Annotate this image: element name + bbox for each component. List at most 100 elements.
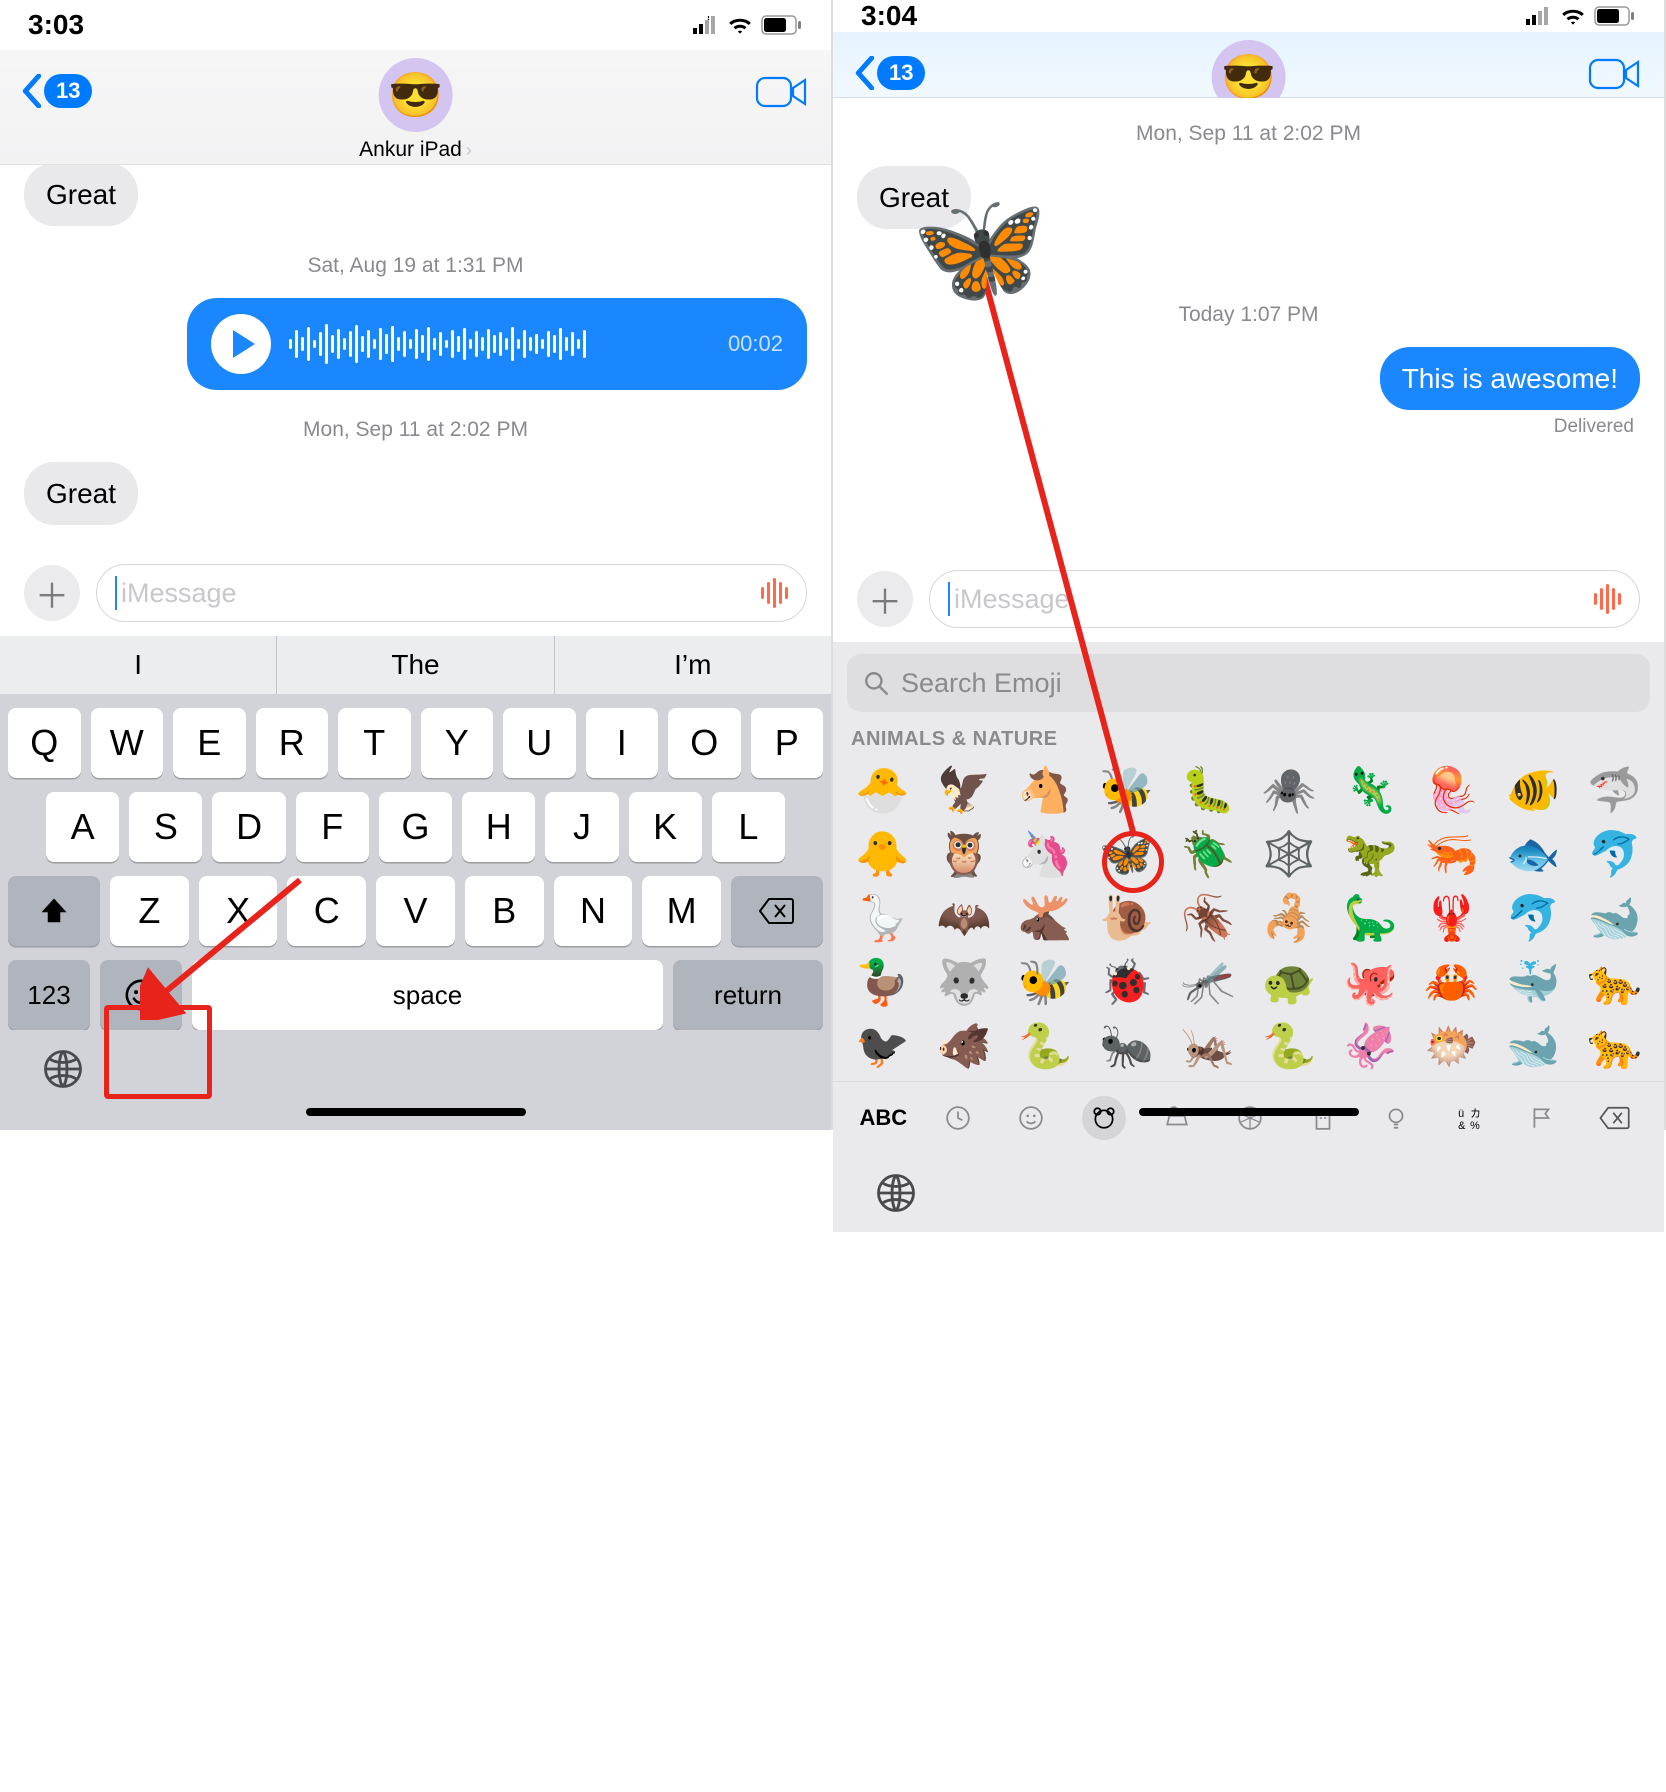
message-out[interactable]: This is awesome! — [1380, 347, 1640, 410]
travel-tab[interactable] — [1301, 1096, 1345, 1140]
key-o[interactable]: O — [668, 708, 741, 778]
emoji-cell[interactable]: 🐗 — [924, 1017, 1003, 1075]
emoji-cell[interactable]: 🦄 — [1006, 825, 1085, 883]
return-key[interactable]: return — [673, 960, 823, 1030]
number-key[interactable]: 123 — [8, 960, 90, 1030]
message-thread[interactable]: Mon, Sep 11 at 2:02 PM Great Today 1:07 … — [833, 98, 1664, 558]
emoji-cell[interactable]: 🐠 — [1493, 761, 1572, 819]
emoji-cell[interactable]: 🐜 — [1087, 1017, 1166, 1075]
suggestion[interactable]: I — [0, 636, 277, 694]
key-a[interactable]: A — [46, 792, 119, 862]
emoji-cell[interactable]: 🐛 — [1168, 761, 1247, 819]
emoji-cell[interactable]: 🐡 — [1412, 1017, 1491, 1075]
globe-icon[interactable] — [42, 1048, 84, 1090]
emoji-cell[interactable]: 🦀 — [1412, 953, 1491, 1011]
emoji-cell[interactable]: 🦉 — [924, 825, 1003, 883]
back-button[interactable]: 13 — [855, 56, 925, 90]
animals-tab[interactable] — [1082, 1096, 1126, 1140]
emoji-cell[interactable]: 🐬 — [1575, 825, 1654, 883]
emoji-cell[interactable]: 🪲 — [1168, 825, 1247, 883]
emoji-cell[interactable]: 🦈 — [1575, 761, 1654, 819]
emoji-cell[interactable]: 🦐 — [1412, 825, 1491, 883]
suggestion[interactable]: I’m — [555, 636, 831, 694]
emoji-cell[interactable]: 🐟 — [1493, 825, 1572, 883]
emoji-cell[interactable]: 🦇 — [924, 889, 1003, 947]
recents-tab[interactable] — [936, 1096, 980, 1140]
emoji-cell[interactable]: 🕸️ — [1250, 825, 1329, 883]
backspace-key[interactable] — [731, 876, 823, 946]
key-g[interactable]: G — [379, 792, 452, 862]
key-j[interactable]: J — [545, 792, 618, 862]
key-t[interactable]: T — [338, 708, 411, 778]
message-in[interactable]: Great — [24, 462, 138, 525]
emoji-cell[interactable]: 🐋 — [1575, 889, 1654, 947]
emoji-cell[interactable]: 🕷️ — [1250, 761, 1329, 819]
key-d[interactable]: D — [212, 792, 285, 862]
objects-tab[interactable] — [1374, 1096, 1418, 1140]
message-input[interactable]: iMessage — [96, 564, 807, 622]
play-button[interactable] — [211, 314, 271, 374]
facetime-button[interactable] — [755, 74, 809, 115]
back-button[interactable]: 13 — [22, 74, 92, 108]
key-n[interactable]: N — [554, 876, 633, 946]
emoji-cell[interactable]: 🐳 — [1493, 953, 1572, 1011]
contact-header[interactable]: 😎 Ankur iPad› — [359, 58, 472, 162]
emoji-cell[interactable]: 🐝 — [1087, 761, 1166, 819]
key-k[interactable]: K — [629, 792, 702, 862]
key-i[interactable]: I — [586, 708, 659, 778]
emoji-cell[interactable]: 🦖 — [1331, 825, 1410, 883]
activity-tab[interactable] — [1228, 1096, 1272, 1140]
emoji-cell[interactable]: 🐦‍⬛ — [843, 1017, 922, 1075]
emoji-cell[interactable]: 🪼 — [1412, 761, 1491, 819]
emoji-cell[interactable]: 🦆 — [843, 953, 922, 1011]
message-input[interactable]: iMessage — [929, 570, 1640, 628]
emoji-cell[interactable]: 🐍 — [1250, 1017, 1329, 1075]
emoji-cell[interactable]: 🐢 — [1250, 953, 1329, 1011]
backspace-key[interactable] — [1593, 1096, 1637, 1140]
symbols-tab[interactable]: üカ&% — [1447, 1096, 1491, 1140]
emoji-cell[interactable]: 🦂 — [1250, 889, 1329, 947]
message-in[interactable]: Great — [24, 165, 138, 226]
emoji-cell[interactable]: 🐝 — [1006, 953, 1085, 1011]
emoji-cell[interactable]: 🐴 — [1006, 761, 1085, 819]
dictation-icon[interactable] — [1594, 584, 1621, 614]
key-u[interactable]: U — [503, 708, 576, 778]
key-p[interactable]: P — [751, 708, 824, 778]
emoji-cell[interactable]: 🦑 — [1331, 1017, 1410, 1075]
emoji-cell[interactable]: 🦅 — [924, 761, 1003, 819]
message-thread[interactable]: Great Sat, Aug 19 at 1:31 PM 00:02 Mon, … — [0, 165, 831, 552]
key-s[interactable]: S — [129, 792, 202, 862]
emoji-cell[interactable]: 🪿 — [843, 889, 922, 947]
emoji-cell[interactable]: 🐥 — [843, 825, 922, 883]
shift-key[interactable] — [8, 876, 100, 946]
globe-icon[interactable] — [875, 1172, 917, 1214]
plus-button[interactable]: ＋ — [857, 571, 913, 627]
emoji-cell[interactable]: 🐺 — [924, 953, 1003, 1011]
key-v[interactable]: V — [376, 876, 455, 946]
emoji-cell[interactable]: 🦟 — [1168, 953, 1247, 1011]
emoji-cell[interactable]: 🦕 — [1331, 889, 1410, 947]
emoji-cell[interactable]: 🐣 — [843, 761, 922, 819]
emoji-cell[interactable]: 🐬 — [1493, 889, 1572, 947]
emoji-cell[interactable]: 🐋 — [1493, 1017, 1572, 1075]
key-z[interactable]: Z — [110, 876, 189, 946]
key-q[interactable]: Q — [8, 708, 81, 778]
food-tab[interactable] — [1155, 1096, 1199, 1140]
key-f[interactable]: F — [296, 792, 369, 862]
emoji-cell[interactable]: 🦞 — [1412, 889, 1491, 947]
smileys-tab[interactable] — [1009, 1096, 1053, 1140]
key-l[interactable]: L — [712, 792, 785, 862]
key-r[interactable]: R — [256, 708, 329, 778]
emoji-cell[interactable]: 🐆 — [1575, 1017, 1654, 1075]
emoji-cell[interactable]: 🐌 — [1087, 889, 1166, 947]
emoji-cell[interactable]: 🦎 — [1331, 761, 1410, 819]
flags-tab[interactable] — [1520, 1096, 1564, 1140]
abc-key[interactable]: ABC — [860, 1096, 908, 1140]
facetime-button[interactable] — [1588, 56, 1642, 97]
emoji-cell[interactable]: 🐍 — [1006, 1017, 1085, 1075]
key-h[interactable]: H — [462, 792, 535, 862]
suggestion[interactable]: The — [277, 636, 554, 694]
butterfly-sticker[interactable]: 🦋 — [911, 184, 1048, 313]
key-w[interactable]: W — [91, 708, 164, 778]
emoji-cell[interactable]: 🐞 — [1087, 953, 1166, 1011]
